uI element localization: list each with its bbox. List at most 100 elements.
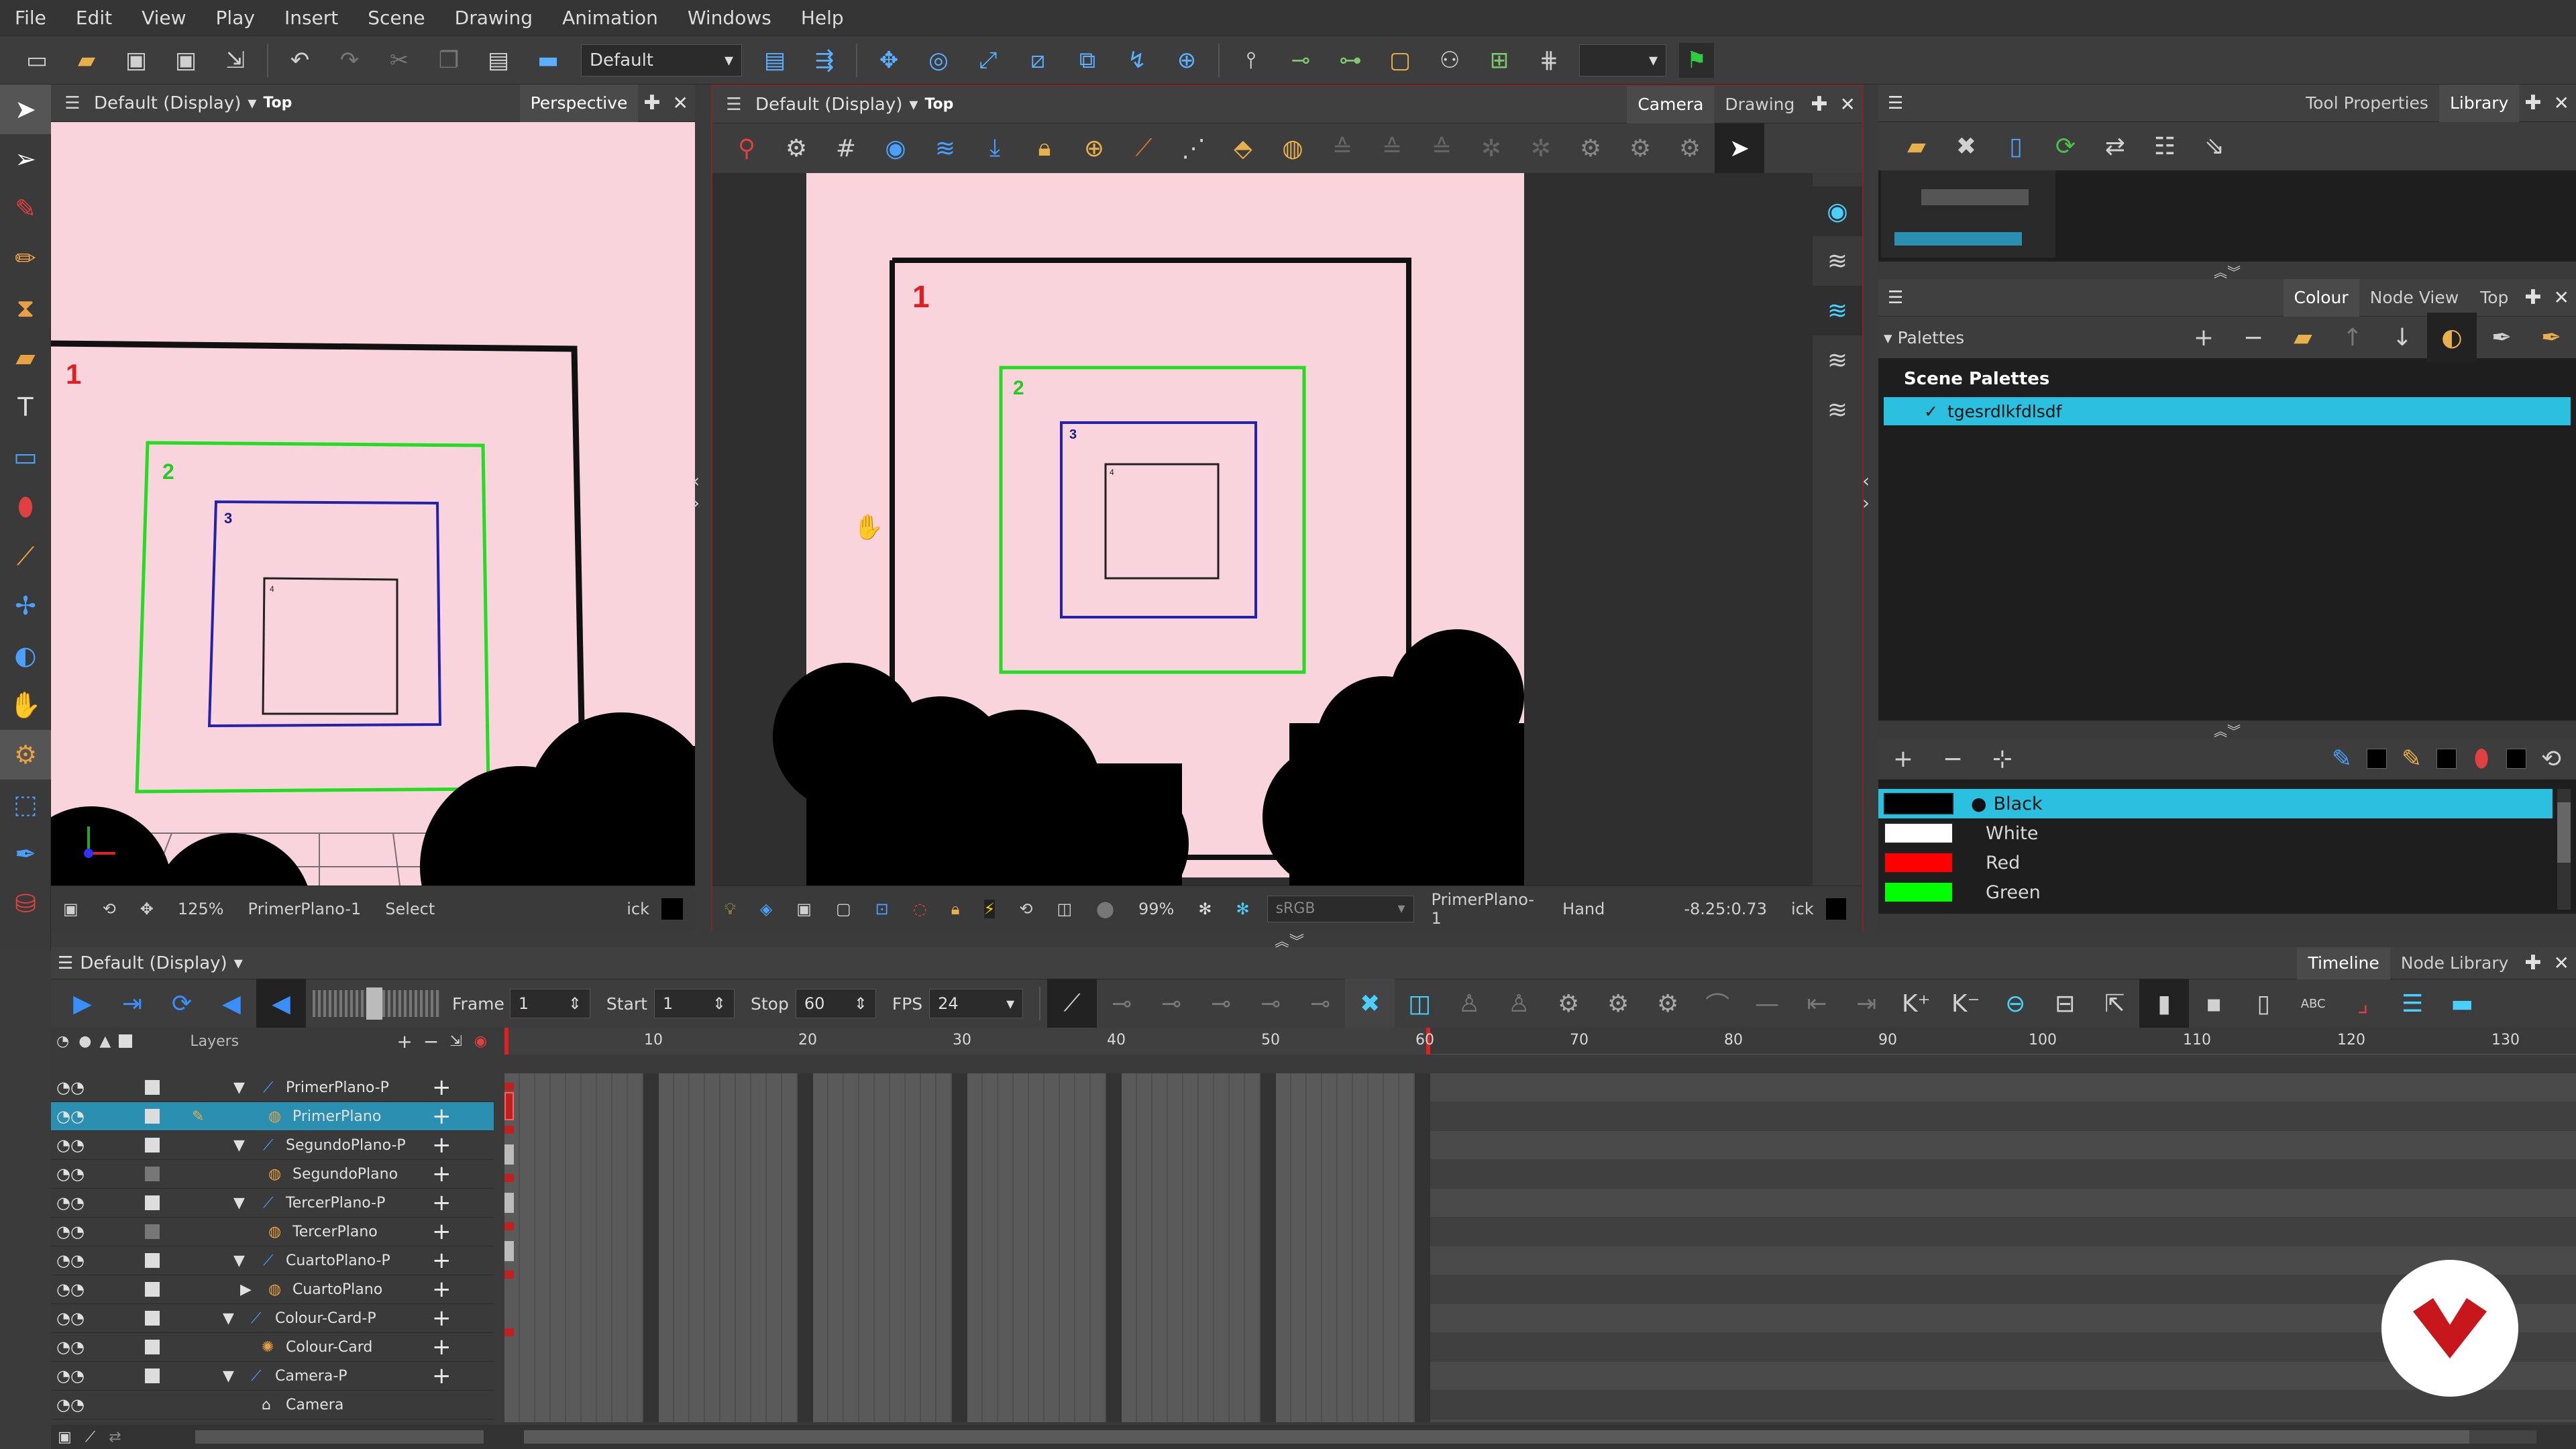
- rectangle-tool-icon[interactable]: ▭: [0, 432, 51, 482]
- timeline-zoom-icon[interactable]: ▣: [58, 1429, 72, 1446]
- add-icon[interactable]: +: [432, 1276, 451, 1303]
- panel-menu-icon[interactable]: ☰: [1888, 288, 1903, 308]
- tree-selected-item[interactable]: [1894, 232, 2022, 246]
- skew-icon[interactable]: ⧄: [1020, 43, 1055, 78]
- pencil-icon[interactable]: ✎: [192, 1108, 204, 1125]
- splitter-arrows[interactable]: ︽︾: [1878, 262, 2576, 280]
- menu-scene[interactable]: Scene: [353, 7, 439, 29]
- scale-icon[interactable]: ⤢: [971, 43, 1006, 78]
- eye-icon[interactable]: ◔◔: [56, 1280, 85, 1299]
- add-icon[interactable]: +: [432, 1218, 451, 1245]
- paint-pot-icon[interactable]: ⛁: [0, 879, 51, 928]
- gear-3-icon[interactable]: ⚙: [1665, 123, 1715, 173]
- playhead[interactable]: [504, 1028, 508, 1055]
- redo-icon[interactable]: ↷: [332, 43, 367, 78]
- gear-a-icon[interactable]: ⚙: [1544, 979, 1593, 1028]
- add-icon[interactable]: +: [432, 1074, 451, 1101]
- add-panel-icon[interactable]: ✚: [643, 91, 660, 115]
- pencil-tool-icon[interactable]: ✏: [0, 233, 51, 283]
- link-colours-icon[interactable]: ⟲: [2526, 734, 2576, 784]
- frame-ruler[interactable]: 10 20 30 40 50 60 70 80 90 100 110 120 1…: [504, 1028, 2576, 1055]
- tool-preset-combo[interactable]: ▾: [1579, 44, 1666, 76]
- colour-options-icon[interactable]: ⊹: [1978, 734, 2027, 784]
- list-icon[interactable]: ☷: [2140, 121, 2190, 171]
- add-drawing-icon[interactable]: ✖: [1345, 979, 1395, 1028]
- close-icon[interactable]: ✕: [2554, 952, 2569, 974]
- pivot-tool-icon[interactable]: ✢: [0, 581, 51, 631]
- play-selection-icon[interactable]: ⇥: [107, 979, 157, 1028]
- safe-area-icon[interactable]: ▢: [836, 900, 851, 918]
- tab-node-library[interactable]: Node Library: [2390, 947, 2520, 979]
- rotate-icon[interactable]: ◎: [921, 43, 956, 78]
- open-folder-icon[interactable]: ▰: [69, 43, 104, 78]
- chevron-down-icon[interactable]: ▼: [233, 1079, 245, 1096]
- fps-combo[interactable]: 24 ▾: [929, 989, 1024, 1018]
- layers-2-icon[interactable]: ≋: [1813, 286, 1862, 335]
- layer-row-colour-card[interactable]: ◔◔ ✺ Colour-Card +: [51, 1333, 494, 1362]
- layers-4-icon[interactable]: ≋: [1813, 385, 1862, 435]
- layer-color-icon[interactable]: ◉: [474, 1033, 487, 1050]
- frame-cells[interactable]: [504, 1073, 2576, 1422]
- right-splitter-arrows[interactable]: ‹ ›: [1862, 470, 1870, 514]
- tab-camera[interactable]: Camera: [1627, 85, 1715, 123]
- panel-menu-icon[interactable]: ☰: [55, 86, 90, 121]
- eye-icon[interactable]: ◉: [1813, 186, 1862, 236]
- chevron-down-icon[interactable]: ▼: [223, 1310, 234, 1327]
- menu-file[interactable]: File: [0, 7, 61, 29]
- start-input[interactable]: 1 ⇕: [653, 989, 735, 1018]
- onion-skin-icon[interactable]: ◉: [871, 123, 920, 173]
- excel-icon[interactable]: ✖: [1941, 121, 1991, 171]
- add-icon[interactable]: +: [432, 1161, 451, 1187]
- tree-scroll[interactable]: [1921, 189, 2029, 205]
- view-display-label[interactable]: Default (Display): [94, 93, 241, 113]
- frame-mark-icon[interactable]: ▮: [2139, 979, 2190, 1028]
- create-drawing-icon[interactable]: ◫: [1395, 979, 1444, 1028]
- cut-icon[interactable]: ✂: [382, 43, 417, 78]
- lock-icon[interactable]: 🔒︎: [1020, 123, 1069, 173]
- layer-row-camera-p[interactable]: ◔◔ ▼ ⟋ Camera-P +: [51, 1362, 494, 1391]
- menu-animation[interactable]: Animation: [547, 7, 673, 29]
- grid-snap-icon[interactable]: ⋕: [1532, 43, 1566, 78]
- tab-drawing[interactable]: Drawing: [1714, 86, 1805, 123]
- remove-palette-icon[interactable]: −: [2229, 313, 2278, 362]
- remove-layer-icon[interactable]: −: [423, 1030, 439, 1053]
- menu-drawing[interactable]: Drawing: [440, 7, 547, 29]
- left-splitter-arrows[interactable]: ‹ ›: [692, 470, 700, 514]
- open-folder-icon[interactable]: ▰: [1892, 121, 1941, 171]
- spline-tool-icon[interactable]: ✒: [0, 829, 51, 879]
- lightning-icon[interactable]: ⚡︎: [983, 899, 996, 918]
- paste-icon[interactable]: ▤: [481, 43, 516, 78]
- chevron-down-icon[interactable]: ▾: [248, 93, 256, 113]
- colour-gear-icon[interactable]: ✻: [1236, 900, 1249, 918]
- add-palette-icon[interactable]: +: [2179, 313, 2229, 362]
- view-display-label[interactable]: Default (Display): [755, 95, 902, 115]
- interpolation-icon[interactable]: ⟋: [1047, 979, 1097, 1028]
- maintain-size-icon[interactable]: ⧉: [1070, 43, 1105, 78]
- spline-offset-icon[interactable]: ↯: [1120, 43, 1155, 78]
- rig-icon[interactable]: ⚇: [1432, 43, 1467, 78]
- chevron-down-icon[interactable]: ▾: [1884, 328, 1892, 347]
- sort-icon[interactable]: ⇄: [2090, 121, 2140, 171]
- palette-down-icon[interactable]: ↓: [2377, 313, 2427, 362]
- key-icon[interactable]: ⊸: [1283, 43, 1318, 78]
- add-icon[interactable]: +: [432, 1305, 451, 1332]
- playback-speed-slider[interactable]: [313, 987, 440, 1020]
- camera-viewport[interactable]: 1 2 3 4 ✋ ◉ ≋ ≋ ≋ ≋: [712, 173, 1862, 885]
- perspective-viewport[interactable]: 1 2 3 4: [51, 122, 695, 885]
- brush-colour-icon[interactable]: ✎: [2317, 734, 2367, 784]
- bounding-box-icon[interactable]: ▢: [1383, 43, 1417, 78]
- transform-tool-icon[interactable]: ⬚: [0, 780, 51, 829]
- document-icon[interactable]: ▯: [1991, 121, 2041, 171]
- layer-row-segundoplano[interactable]: ◔◔ ◍ SegundoPlano +: [51, 1160, 494, 1189]
- chevron-right-icon[interactable]: ▶: [240, 1281, 252, 1298]
- timeline-slider-icon[interactable]: ⟋: [85, 1429, 95, 1446]
- add-icon[interactable]: +: [432, 1334, 451, 1360]
- layer-list[interactable]: ◔◔ ▼ ⟋ PrimerPlano-P + ◔◔ ✎ ◍ PrimerPlan…: [51, 1073, 494, 1422]
- eye-icon[interactable]: ◔◔: [56, 1366, 85, 1385]
- marker-icon[interactable]: ⌟: [2338, 979, 2387, 1028]
- reset-view-icon[interactable]: ⟲: [1019, 900, 1032, 918]
- close-icon[interactable]: ✕: [2554, 92, 2569, 114]
- brush-tool-icon[interactable]: ✎: [0, 184, 51, 233]
- stamp-tool-icon[interactable]: ⧗: [0, 283, 51, 333]
- pencil-colour-swatch[interactable]: [2436, 749, 2457, 769]
